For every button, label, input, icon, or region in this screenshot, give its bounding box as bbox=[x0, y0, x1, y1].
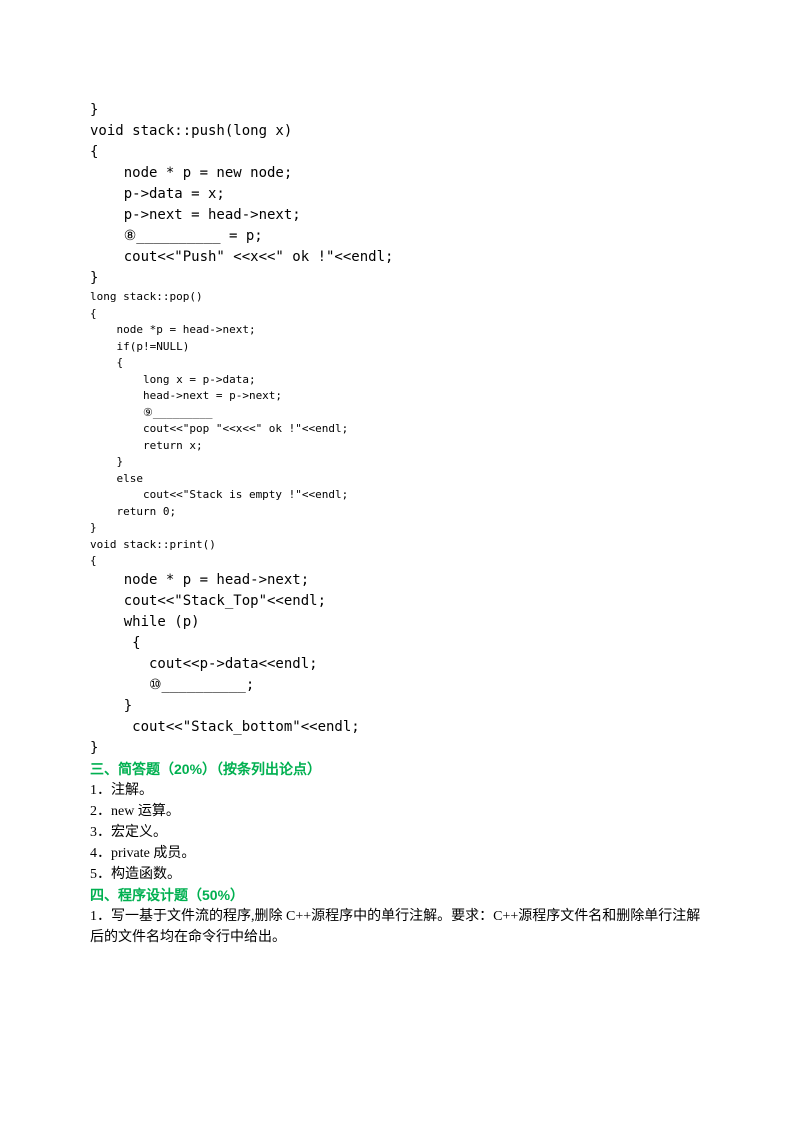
code-line: head->next = p->next; bbox=[90, 388, 710, 405]
code-line: } bbox=[90, 738, 710, 759]
code-line: { bbox=[90, 633, 710, 654]
code-line: } bbox=[90, 100, 710, 121]
code-line: return 0; bbox=[90, 504, 710, 521]
question-3-2: 2．new 运算。 bbox=[90, 801, 710, 822]
code-line-blank-10: ⑩__________; bbox=[90, 675, 710, 696]
code-line: cout<<"Stack is empty !"<<endl; bbox=[90, 487, 710, 504]
question-3-4: 4．private 成员。 bbox=[90, 843, 710, 864]
code-line-blank-9: ⑨_________ bbox=[90, 405, 710, 422]
code-line-blank-8: ⑧__________ = p; bbox=[90, 226, 710, 247]
question-3-5: 5．构造函数。 bbox=[90, 864, 710, 885]
code-line: else bbox=[90, 471, 710, 488]
code-line: cout<<"Push" <<x<<" ok !"<<endl; bbox=[90, 247, 710, 268]
code-line: } bbox=[90, 268, 710, 289]
code-line: { bbox=[90, 142, 710, 163]
code-line: while (p) bbox=[90, 612, 710, 633]
code-line: node * p = new node; bbox=[90, 163, 710, 184]
code-line: } bbox=[90, 696, 710, 717]
code-line: cout<<"pop "<<x<<" ok !"<<endl; bbox=[90, 421, 710, 438]
code-line: node *p = head->next; bbox=[90, 322, 710, 339]
code-line: } bbox=[90, 520, 710, 537]
code-line: return x; bbox=[90, 438, 710, 455]
section-3-header: 三、简答题（20%）（按条列出论点） bbox=[90, 759, 710, 780]
question-3-1: 1．注解。 bbox=[90, 780, 710, 801]
code-line: cout<<p->data<<endl; bbox=[90, 654, 710, 675]
code-line: long x = p->data; bbox=[90, 372, 710, 389]
code-line: { bbox=[90, 306, 710, 323]
code-line: cout<<"Stack_bottom"<<endl; bbox=[90, 717, 710, 738]
code-line: p->next = head->next; bbox=[90, 205, 710, 226]
code-line: { bbox=[90, 553, 710, 570]
code-line: node * p = head->next; bbox=[90, 570, 710, 591]
code-line: { bbox=[90, 355, 710, 372]
code-line: long stack::pop() bbox=[90, 289, 710, 306]
code-line: void stack::print() bbox=[90, 537, 710, 554]
code-line: p->data = x; bbox=[90, 184, 710, 205]
code-line: if(p!=NULL) bbox=[90, 339, 710, 356]
code-line: } bbox=[90, 454, 710, 471]
question-4-1: 1．写一基于文件流的程序,删除 C++源程序中的单行注解。要求：C++源程序文件… bbox=[90, 906, 710, 948]
question-3-3: 3．宏定义。 bbox=[90, 822, 710, 843]
section-4-header: 四、程序设计题（50%） bbox=[90, 885, 710, 906]
code-line: void stack::push(long x) bbox=[90, 121, 710, 142]
code-line: cout<<"Stack_Top"<<endl; bbox=[90, 591, 710, 612]
